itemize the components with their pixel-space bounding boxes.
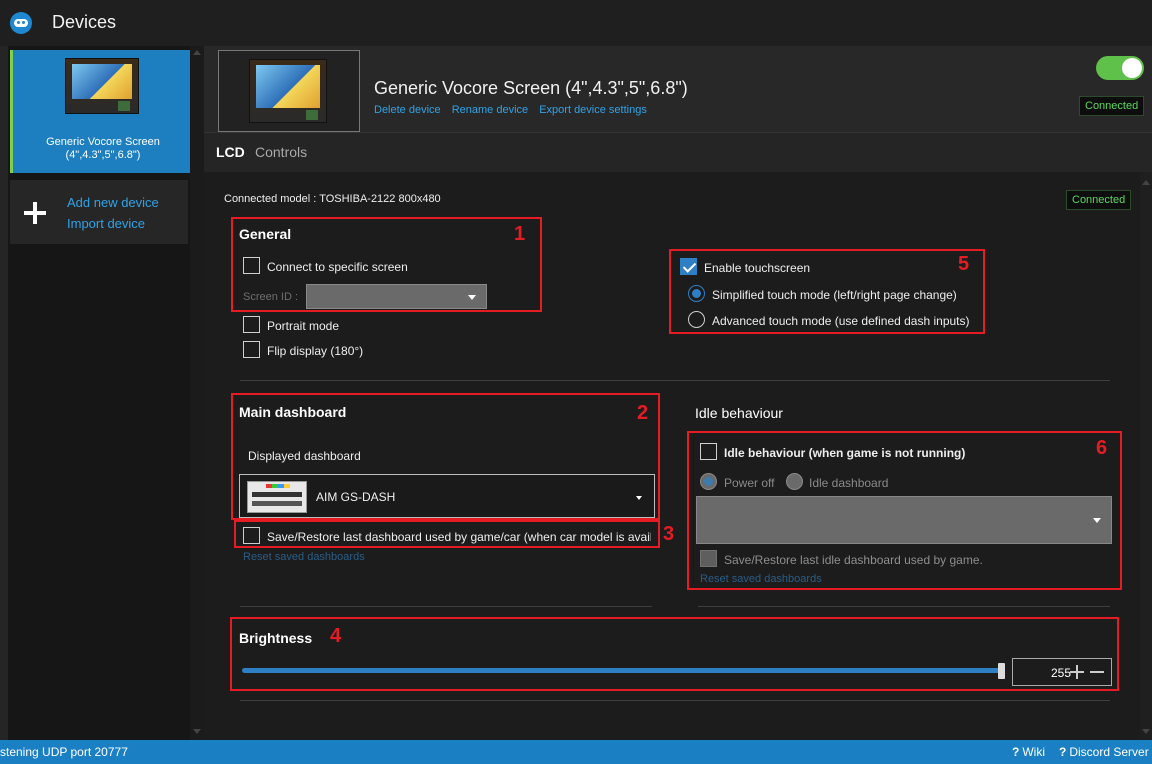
app-title: Devices: [52, 12, 117, 32]
scroll-down-icon[interactable]: [193, 729, 201, 734]
export-settings-link[interactable]: Export device settings: [539, 104, 647, 116]
content-scrollbar[interactable]: [1140, 172, 1152, 740]
annotation-number-6: 6: [1096, 437, 1108, 459]
gamepad-logo-icon: [10, 12, 32, 34]
add-new-device-link[interactable]: Add new device: [67, 195, 159, 210]
sidebar-device-sizes: (4",4.3",5",6.8"): [65, 149, 141, 161]
tab-lcd[interactable]: LCD: [216, 144, 245, 160]
sidebar-device-item[interactable]: Generic Vocore Screen (4",4.3",5",6.8"): [10, 50, 190, 173]
discord-label: Discord Server: [1069, 745, 1149, 759]
connected-badge: Connected: [1079, 96, 1145, 116]
wiki-label: Wiki: [1022, 745, 1046, 759]
device-enable-toggle[interactable]: [1096, 56, 1144, 80]
delete-device-link[interactable]: Delete device: [374, 104, 441, 116]
annotation-box-2: [231, 393, 660, 520]
scroll-down-icon[interactable]: [1142, 729, 1150, 734]
device-thumbnail: [65, 58, 139, 114]
status-bar: [0, 740, 1152, 764]
annotation-box-1: [231, 217, 542, 312]
discord-link[interactable]: ? Discord Server: [1059, 745, 1149, 759]
portrait-mode-label: Portrait mode: [267, 319, 340, 333]
plus-icon[interactable]: [24, 202, 46, 224]
device-image-frame: [218, 50, 360, 132]
flip-display-checkbox[interactable]: [243, 341, 260, 358]
annotation-box-4: [230, 617, 1119, 691]
device-actions: Delete device Rename device Export devic…: [374, 104, 655, 116]
help-icon: ?: [1012, 745, 1020, 759]
lcd-connected-badge: Connected: [1066, 190, 1132, 210]
annotation-number-2: 2: [637, 402, 649, 424]
flip-display-label: Flip display (180°): [267, 344, 364, 358]
wiki-link[interactable]: ? Wiki: [1012, 745, 1045, 759]
devices-window: Devices Generic Vocore Screen (4",4.3",5…: [0, 0, 1152, 764]
tab-controls[interactable]: Controls: [255, 144, 307, 160]
annotation-number-4: 4: [330, 625, 342, 647]
portrait-mode-checkbox[interactable]: [243, 316, 260, 333]
section-divider: [698, 606, 1110, 607]
device-image: [249, 59, 327, 123]
section-divider: [240, 700, 1110, 701]
status-message: stening UDP port 20777: [0, 745, 128, 759]
section-divider: [240, 380, 1110, 381]
idle-behaviour-title: Idle behaviour: [695, 405, 783, 421]
annotation-number-1: 1: [514, 223, 526, 245]
help-icon: ?: [1059, 745, 1067, 759]
scroll-up-icon[interactable]: [1142, 180, 1150, 185]
annotation-box-5: [669, 249, 985, 334]
import-device-link[interactable]: Import device: [67, 216, 145, 231]
annotation-number-5: 5: [958, 253, 970, 275]
sidebar-device-name: Generic Vocore Screen: [46, 136, 160, 148]
device-title: Generic Vocore Screen (4",4.3",5",6.8"): [374, 78, 688, 98]
title-bar: [0, 0, 1152, 46]
reset-saved-dashboards-link[interactable]: Reset saved dashboards: [243, 551, 365, 563]
section-divider: [240, 606, 652, 607]
scroll-up-icon[interactable]: [193, 50, 201, 55]
annotation-box-3: [234, 520, 660, 548]
annotation-box-6: [687, 431, 1122, 590]
rename-device-link[interactable]: Rename device: [452, 104, 528, 116]
connected-model: Connected model : TOSHIBA-2122 800x480: [224, 193, 441, 205]
annotation-number-3: 3: [663, 523, 675, 545]
tab-bar: [204, 132, 1152, 172]
